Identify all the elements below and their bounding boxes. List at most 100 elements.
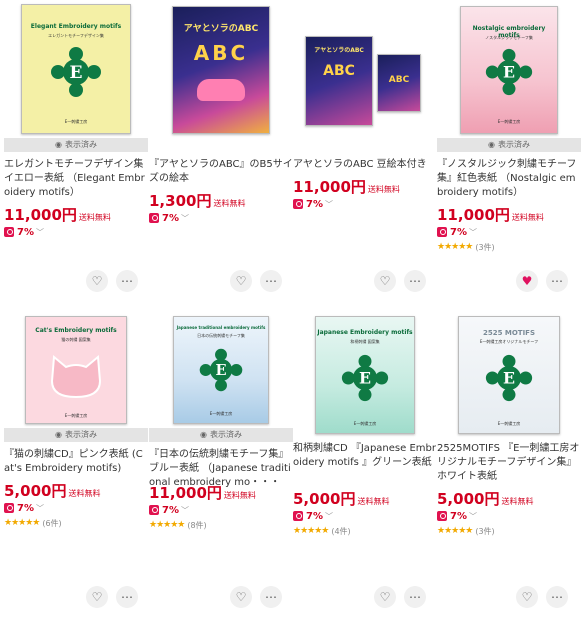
product-card[interactable]: アヤとソラのABC ABC 『アヤとソラのABC』のB5サイズの絵本 1,300… — [149, 0, 293, 226]
rating-row[interactable]: ★★★★★ (3件) — [437, 240, 581, 254]
rating-stars: ★★★★★ — [4, 518, 40, 528]
mini-book-cover: ABC — [377, 54, 421, 112]
more-options-icon[interactable]: ⋯ — [404, 270, 426, 292]
svg-text:E: E — [359, 369, 371, 388]
product-card[interactable]: アヤとソラのABC ABC ABC アヤとソラのABC 豆絵本付き 11,000… — [293, 0, 437, 212]
more-options-icon[interactable]: ⋯ — [116, 270, 138, 292]
review-count: (3件) — [475, 242, 495, 252]
favorite-heart-icon[interactable]: ♡ — [86, 586, 108, 608]
price-row: 1,300円 送料無料 — [149, 190, 293, 210]
product-image[interactable]: Nostalgic embroidery motifs ノスタルジックモチーフ集… — [437, 0, 581, 134]
rating-stars: ★★★★★ — [149, 520, 185, 530]
points-row[interactable]: 7% ﹀ — [437, 224, 581, 240]
points-icon — [437, 511, 447, 521]
favorite-heart-icon[interactable]: ♡ — [516, 586, 538, 608]
product-card[interactable]: Japanese Embroidery motifs 和柄刺繍 図案集 E E一… — [293, 316, 437, 538]
shipping-label: 送料無料 — [357, 497, 390, 506]
svg-text:E: E — [215, 362, 226, 379]
book-cover: Japanese traditional embroidery motifs 日… — [173, 316, 269, 424]
cover-title: Japanese Embroidery motifs — [317, 329, 413, 336]
price-row: 5,000円 送料無料 — [293, 488, 437, 508]
book-cover: Elegant Embroidery motifs エレガントモチーフデザイン集… — [21, 4, 131, 134]
shipping-label: 送料無料 — [213, 199, 246, 208]
points-icon — [4, 503, 14, 513]
e-monogram-emblem: E — [341, 354, 389, 402]
points-row[interactable]: 7% ﹀ — [149, 210, 293, 226]
product-image[interactable]: Elegant Embroidery motifs エレガントモチーフデザイン集… — [4, 0, 148, 134]
cover-abc: ABC — [193, 41, 249, 65]
more-options-icon[interactable]: ⋯ — [546, 270, 568, 292]
more-options-icon[interactable]: ⋯ — [546, 586, 568, 608]
points-rate: 7% — [306, 198, 323, 210]
rating-row[interactable]: ★★★★★ (3件) — [437, 524, 581, 538]
shipping-label: 送料無料 — [501, 497, 534, 506]
rating-row[interactable]: ★★★★★ (4件) — [293, 524, 437, 538]
cover-publisher: E一刺繍工房 — [209, 411, 233, 416]
seen-badge: ◉ 表示済み — [4, 138, 148, 152]
shipping-label: 送料無料 — [223, 491, 256, 500]
points-row[interactable]: 7% ﹀ — [4, 224, 148, 240]
product-image[interactable]: アヤとソラのABC ABC — [149, 0, 293, 134]
product-image[interactable]: アヤとソラのABC ABC ABC — [293, 0, 437, 134]
card-actions: ♡ ⋯ — [86, 270, 138, 292]
cover-abc: ABC — [323, 63, 355, 79]
book-cover: Nostalgic embroidery motifs ノスタルジックモチーフ集… — [460, 6, 558, 134]
card-actions: ♥ ⋯ — [516, 270, 568, 292]
favorite-heart-icon[interactable]: ♡ — [86, 270, 108, 292]
points-rate: 7% — [450, 226, 467, 238]
product-card[interactable]: 2525 MOTIFS E一刺繍工房オリジナルモチーフ E E一刺繍工房 252… — [437, 316, 581, 538]
product-image[interactable]: Japanese Embroidery motifs 和柄刺繍 図案集 E E一… — [293, 316, 437, 434]
e-monogram-emblem: E — [485, 48, 533, 96]
more-options-icon[interactable]: ⋯ — [116, 586, 138, 608]
more-options-icon[interactable]: ⋯ — [260, 270, 282, 292]
points-row[interactable]: 7% ﹀ — [293, 196, 437, 212]
price-row: 5,000円 送料無料 — [437, 488, 581, 508]
favorite-heart-icon[interactable]: ♡ — [374, 586, 396, 608]
points-row[interactable]: 7% ﹀ — [293, 508, 437, 524]
product-title[interactable]: 『猫の刺繍CD』ピンク表紙 (Cat's Embroidery motifs) — [4, 448, 148, 476]
product-image[interactable]: Japanese traditional embroidery motifs 日… — [149, 316, 293, 424]
e-monogram-emblem: E — [51, 47, 101, 97]
seen-badge: ◉ 表示済み — [149, 428, 293, 442]
favorite-heart-filled-icon[interactable]: ♥ — [516, 270, 538, 292]
rating-row[interactable]: ★★★★★ (6件) — [4, 516, 148, 530]
chevron-down-icon: ﹀ — [324, 511, 333, 521]
points-row[interactable]: 7% ﹀ — [437, 508, 581, 524]
points-rate: 7% — [450, 510, 467, 522]
cover-subtitle: E一刺繍工房オリジナルモチーフ — [479, 339, 539, 344]
points-icon — [437, 227, 447, 237]
more-options-icon[interactable]: ⋯ — [260, 586, 282, 608]
points-rate: 7% — [17, 226, 34, 238]
points-row[interactable]: 7% ﹀ — [149, 502, 293, 518]
review-count: (3件) — [475, 526, 495, 536]
favorite-heart-icon[interactable]: ♡ — [230, 586, 252, 608]
eye-icon: ◉ — [55, 140, 62, 149]
price: 1,300円 — [149, 192, 212, 210]
product-card[interactable]: Elegant Embroidery motifs エレガントモチーフデザイン集… — [4, 0, 148, 240]
book-cover: Cat's Embroidery motifs 猫の刺繍 図案集 E一刺繍工房 — [25, 316, 127, 424]
seen-label: 表示済み — [64, 430, 97, 439]
product-card[interactable]: Cat's Embroidery motifs 猫の刺繍 図案集 E一刺繍工房 … — [4, 316, 148, 530]
product-card[interactable]: Japanese traditional embroidery motifs 日… — [149, 316, 293, 532]
points-icon — [149, 213, 159, 223]
svg-text:E: E — [503, 369, 515, 388]
svg-text:E: E — [503, 63, 515, 82]
product-title[interactable]: 2525MOTIFS 『E一刺繍工房オリジナルモチーフデザイン集』ホワイト表紙 — [437, 442, 581, 484]
review-count: (4件) — [331, 526, 351, 536]
points-row[interactable]: 7% ﹀ — [4, 500, 148, 516]
cover-title: アヤとソラのABC — [314, 47, 364, 54]
favorite-heart-icon[interactable]: ♡ — [230, 270, 252, 292]
cover-title: アヤとソラのABC — [183, 24, 259, 34]
shipping-label: 送料無料 — [511, 213, 544, 222]
product-title[interactable]: 『ノスタルジック刺繍モチーフ集』紅色表紙 （Nostalgic embroide… — [437, 158, 581, 200]
product-image[interactable]: 2525 MOTIFS E一刺繍工房オリジナルモチーフ E E一刺繍工房 — [437, 316, 581, 434]
more-options-icon[interactable]: ⋯ — [404, 586, 426, 608]
product-title[interactable]: 和柄刺繍CD 『Japanese Embroidery motifs 』グリーン… — [293, 442, 437, 484]
cover-title: Cat's Embroidery motifs — [35, 327, 117, 334]
rating-row[interactable]: ★★★★★ (8件) — [149, 518, 293, 532]
product-title[interactable]: エレガントモチーフデザイン集 イエロー表紙 （Elegant Embroider… — [4, 158, 148, 200]
price: 11,000円 — [437, 206, 510, 224]
product-card[interactable]: Nostalgic embroidery motifs ノスタルジックモチーフ集… — [437, 0, 581, 254]
favorite-heart-icon[interactable]: ♡ — [374, 270, 396, 292]
product-image[interactable]: Cat's Embroidery motifs 猫の刺繍 図案集 E一刺繍工房 — [4, 316, 148, 424]
